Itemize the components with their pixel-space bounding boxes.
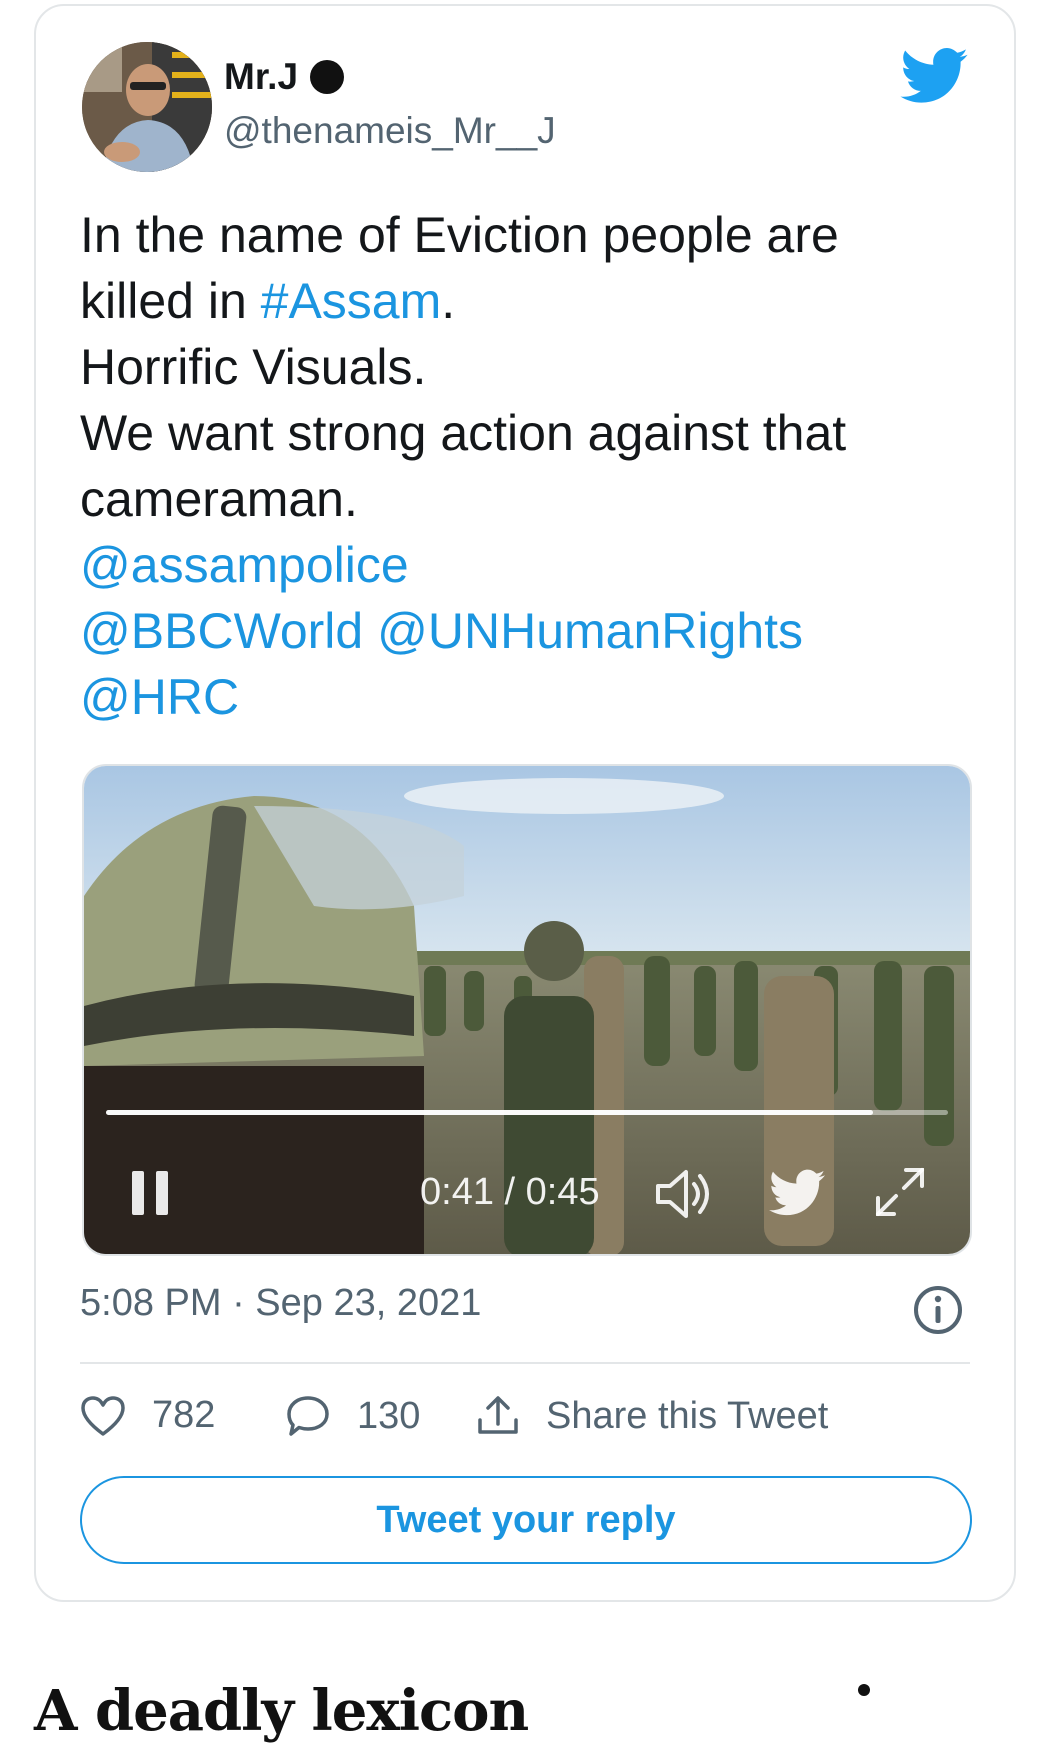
video-progress-fill (106, 1110, 874, 1115)
like-button[interactable]: 782 (80, 1394, 215, 1437)
mention-link[interactable]: @BBCWorld (80, 603, 363, 659)
reply-count: 130 (357, 1394, 421, 1437)
display-name-row: Mr.J (224, 56, 345, 98)
user-handle[interactable]: @thenameis_Mr__J (224, 110, 556, 152)
volume-icon[interactable] (652, 1168, 714, 1220)
hashtag-link[interactable]: #Assam (261, 273, 442, 329)
black-circle-icon (310, 60, 345, 94)
info-icon[interactable] (912, 1284, 964, 1336)
tweet-text-line: @BBCWorld @UNHumanRights (80, 598, 980, 664)
fullscreen-icon[interactable] (872, 1164, 928, 1220)
display-name[interactable]: Mr.J (224, 56, 298, 98)
tweet-text-segment: In the name of Eviction people are (80, 207, 839, 263)
like-count: 782 (152, 1394, 216, 1436)
mention-link[interactable]: @assampolice (80, 537, 409, 593)
tweet-text-segment: . (441, 273, 456, 329)
tweet-your-reply-button[interactable]: Tweet your reply (80, 1476, 972, 1564)
tweet-timestamp[interactable]: 5:08 PM · Sep 23, 2021 (80, 1282, 481, 1325)
page: Mr.J @thenameis_Mr__J In the name of Evi… (0, 0, 1052, 1748)
tweet-card: Mr.J @thenameis_Mr__J In the name of Evi… (34, 4, 1016, 1602)
article-heading: A deadly lexicon (34, 1678, 529, 1744)
video-progress-bar[interactable] (106, 1110, 948, 1115)
tweet-text-segment: cameraman. (80, 471, 358, 527)
pause-icon[interactable] (128, 1169, 172, 1217)
avatar[interactable] (82, 42, 212, 172)
tweet-text-line: @HRC (80, 664, 980, 730)
video-time-readout: 0:41 / 0:45 (420, 1171, 600, 1213)
avatar-photo (82, 42, 212, 172)
divider (80, 1362, 970, 1364)
tweet-text: In the name of Eviction people are killed… (80, 202, 980, 730)
tweet-text-line: Horrific Visuals. (80, 334, 980, 400)
tweet-text-segment: We want strong action against that (80, 405, 847, 461)
tweet-text-segment (363, 603, 377, 659)
speech-bubble-icon (287, 1396, 329, 1436)
twitter-bird-icon[interactable] (769, 1168, 825, 1218)
share-label: Share this Tweet (546, 1394, 829, 1437)
tweet-text-line: cameraman. (80, 466, 980, 532)
tweet-text-line: killed in #Assam. (80, 268, 980, 334)
share-tweet-button[interactable]: Share this Tweet (476, 1394, 828, 1438)
mention-link[interactable]: @UNHumanRights (377, 603, 803, 659)
dot-mark (858, 1684, 870, 1696)
share-upload-icon (478, 1396, 518, 1434)
twitter-bird-icon[interactable] (900, 48, 968, 104)
tweet-text-line: In the name of Eviction people are (80, 202, 980, 268)
heart-icon (81, 1395, 125, 1436)
tweet-text-line: We want strong action against that (80, 400, 980, 466)
tweet-text-segment: Horrific Visuals. (80, 339, 427, 395)
tweet-text-line: @assampolice (80, 532, 980, 598)
video-player[interactable]: 0:41 / 0:45 (82, 764, 972, 1256)
reply-count-button[interactable]: 130 (285, 1394, 420, 1438)
tweet-text-segment: killed in (80, 273, 261, 329)
tweet-actions: 782 130 Share this Tweet (80, 1394, 980, 1454)
mention-link[interactable]: @HRC (80, 669, 239, 725)
